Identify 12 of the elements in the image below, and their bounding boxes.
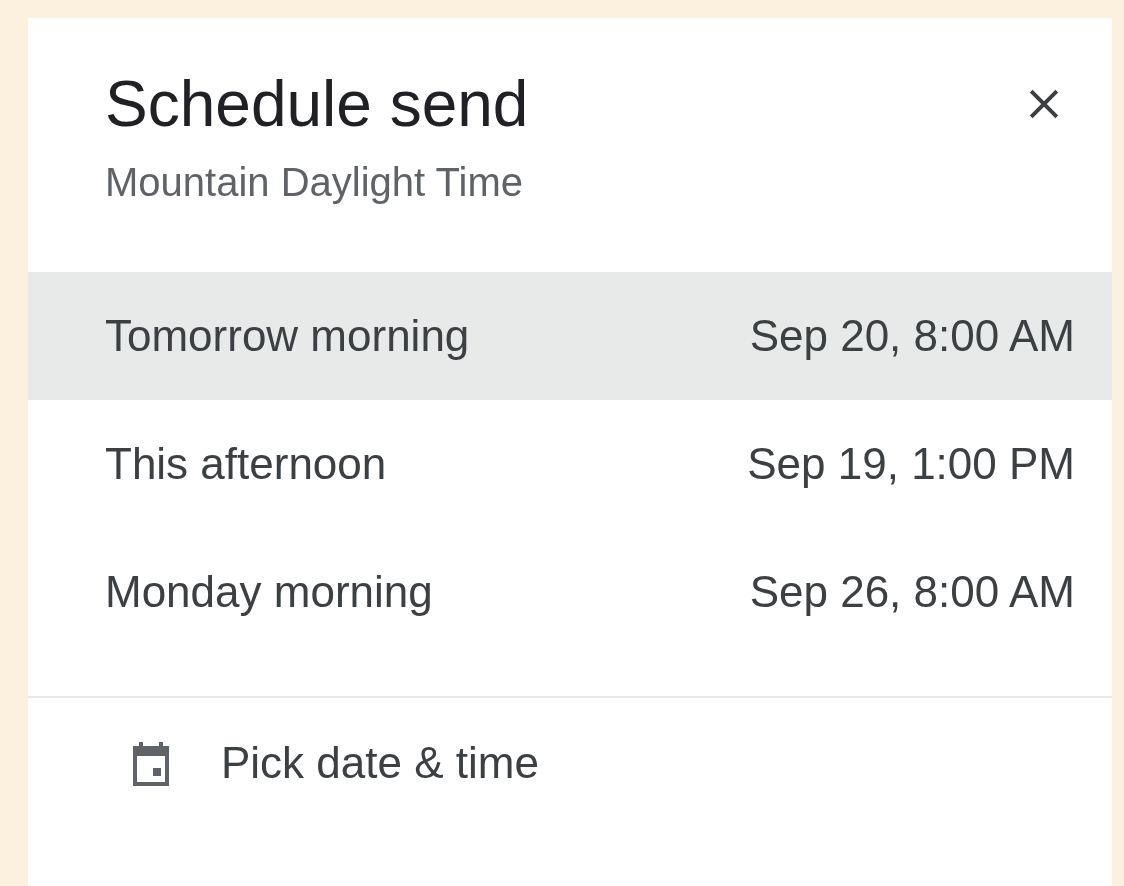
pick-date-label: Pick date & time	[221, 737, 539, 789]
option-label: Tomorrow morning	[105, 310, 470, 362]
dialog-title: Schedule send	[105, 68, 529, 140]
option-time: Sep 19, 1:00 PM	[747, 438, 1075, 490]
option-time: Sep 20, 8:00 AM	[749, 310, 1075, 362]
pick-date-option[interactable]: Pick date & time	[28, 698, 1112, 828]
option-time: Sep 26, 8:00 AM	[749, 566, 1075, 618]
option-label: Monday morning	[105, 566, 433, 618]
option-label: This afternoon	[105, 438, 387, 490]
calendar-icon	[133, 740, 169, 786]
timezone-label: Mountain Daylight Time	[104, 159, 523, 206]
schedule-option[interactable]: Tomorrow morning Sep 20, 8:00 AM	[28, 272, 1112, 400]
